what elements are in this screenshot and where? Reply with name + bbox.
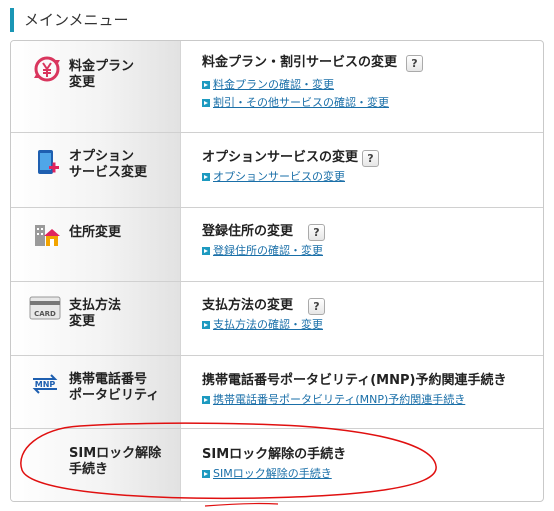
category-label: オプション	[69, 149, 135, 164]
category-label: SIMロック解除	[69, 446, 162, 461]
card-icon-text: CARD	[34, 310, 56, 318]
link-arrow-icon	[202, 247, 210, 255]
category-cell: 料金プラン 変更	[11, 41, 181, 132]
row-title: オプションサービスの変更	[202, 150, 359, 165]
link-arrow-icon	[202, 81, 210, 89]
category-label-line2: ポータビリティ	[69, 388, 160, 403]
menu-row-mnp: MNP 携帯電話番号 ポータビリティ 携帯電話番号ポータビリティ(MNP)予約関…	[11, 355, 543, 428]
link-arrow-icon	[202, 396, 210, 404]
mnp-icon-text: MNP	[35, 380, 56, 389]
menu-row-address: 住所変更 登録住所の変更 ? 登録住所の確認・変更	[11, 207, 543, 281]
category-label-line2: 変更	[69, 314, 96, 329]
link-plan-confirm[interactable]: 料金プランの確認・変更	[213, 78, 334, 92]
mnp-icon: MNP	[32, 374, 58, 394]
main-menu-table: 料金プラン 変更 料金プラン・割引サービスの変更 ? 料金プランの確認・変更 割…	[10, 40, 544, 502]
phone-plus-icon	[38, 150, 59, 174]
category-label: 携帯電話番号	[69, 372, 148, 387]
category-label-line2: 手続き	[69, 462, 109, 477]
category-cell: CARD 支払方法 変更	[11, 282, 181, 355]
link-mnp[interactable]: 携帯電話番号ポータビリティ(MNP)予約関連手続き	[213, 393, 465, 407]
category-cell: オプション サービス変更	[11, 133, 181, 207]
category-cell: 住所変更	[11, 208, 181, 281]
help-icon[interactable]: ?	[308, 298, 325, 315]
menu-row-plan: 料金プラン 変更 料金プラン・割引サービスの変更 ? 料金プランの確認・変更 割…	[11, 41, 543, 132]
link-option-change[interactable]: オプションサービスの変更	[213, 170, 345, 184]
row-title: 登録住所の変更	[202, 224, 294, 239]
content-cell: SIMロック解除の手続き SIMロック解除の手続き	[182, 429, 543, 501]
content-cell: 料金プラン・割引サービスの変更 ? 料金プランの確認・変更 割引・その他サービス…	[182, 41, 543, 132]
help-icon[interactable]: ?	[308, 224, 325, 241]
row-title: 支払方法の変更	[202, 298, 294, 313]
menu-row-payment: CARD 支払方法 変更 支払方法の変更 ? 支払方法の確認・変更	[11, 281, 543, 355]
help-icon[interactable]: ?	[406, 55, 423, 72]
link-arrow-icon	[202, 99, 210, 107]
link-arrow-icon	[202, 470, 210, 478]
category-label-line2: サービス変更	[69, 165, 148, 180]
link-arrow-icon	[202, 173, 210, 181]
row-title: 料金プラン・割引サービスの変更	[202, 55, 398, 70]
category-label: 住所変更	[69, 225, 122, 240]
content-cell: オプションサービスの変更 ? オプションサービスの変更	[182, 133, 543, 207]
row-title: SIMロック解除の手続き	[202, 447, 347, 462]
section-header: メインメニュー	[10, 8, 544, 32]
content-cell: 支払方法の変更 ? 支払方法の確認・変更	[182, 282, 543, 355]
menu-row-option: オプション サービス変更 オプションサービスの変更 ? オプションサービスの変更	[11, 132, 543, 207]
yen-swap-icon	[34, 56, 60, 82]
header-accent-bar	[10, 8, 14, 32]
content-cell: 登録住所の変更 ? 登録住所の確認・変更	[182, 208, 543, 281]
category-cell: SIMロック解除 手続き	[11, 429, 181, 501]
row-title: 携帯電話番号ポータビリティ(MNP)予約関連手続き	[202, 373, 507, 388]
link-sim-unlock[interactable]: SIMロック解除の手続き	[213, 467, 332, 481]
card-icon: CARD	[29, 296, 61, 320]
link-address-confirm[interactable]: 登録住所の確認・変更	[213, 244, 323, 258]
page-title: メインメニュー	[24, 11, 129, 29]
category-label: 料金プラン	[69, 59, 135, 74]
link-payment-confirm[interactable]: 支払方法の確認・変更	[213, 318, 323, 332]
building-house-icon	[35, 225, 60, 246]
help-icon[interactable]: ?	[362, 150, 379, 167]
category-label: 支払方法	[69, 298, 122, 313]
content-cell: 携帯電話番号ポータビリティ(MNP)予約関連手続き 携帯電話番号ポータビリティ(…	[182, 356, 543, 428]
link-discount-confirm[interactable]: 割引・その他サービスの確認・変更	[213, 96, 389, 110]
category-cell: MNP 携帯電話番号 ポータビリティ	[11, 356, 181, 428]
link-arrow-icon	[202, 321, 210, 329]
menu-row-sim-unlock: SIMロック解除 手続き SIMロック解除の手続き SIMロック解除の手続き	[11, 428, 543, 501]
category-label-line2: 変更	[69, 75, 96, 90]
